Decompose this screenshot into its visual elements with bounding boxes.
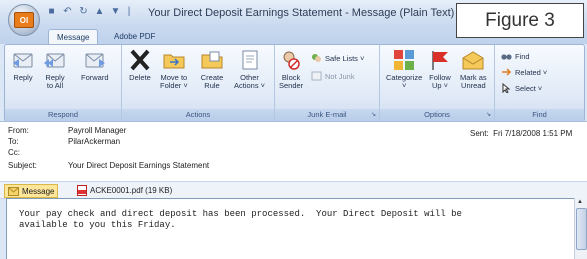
not-junk-button[interactable]: Not Junk [311, 71, 355, 81]
message-text: Your pay check and direct deposit has be… [19, 209, 462, 230]
mark-as-unread-button[interactable]: Mark as Unread [460, 49, 487, 90]
group-label-actions: Actions [122, 109, 274, 121]
group-junk-email: Block Sender Safe Lists ˅ Not Junk Junk … [275, 45, 380, 121]
group-options: Categorize ˅ Follow Up ˅ Mark as Unread … [380, 45, 495, 121]
message-tab[interactable]: Message [4, 184, 59, 198]
block-sender-button[interactable]: Block Sender [279, 49, 303, 90]
related-button[interactable]: Related ˅ [501, 67, 547, 77]
sent-value: Fri 7/18/2008 1:51 PM [493, 129, 573, 138]
block-sender-icon [283, 51, 300, 70]
safe-lists-button[interactable]: Safe Lists ˅ [311, 53, 364, 63]
pdf-file-icon [77, 184, 87, 196]
tab-adobe-pdf[interactable]: Adobe PDF [106, 29, 163, 44]
follow-up-button[interactable]: Follow Up ˅ [428, 49, 452, 90]
from-row: From: Payroll Manager [8, 126, 126, 135]
subject-row: Subject: Your Direct Deposit Earnings Sta… [8, 161, 209, 170]
not-junk-icon [311, 71, 322, 81]
options-dialog-launcher-icon[interactable]: ↘ [486, 109, 491, 121]
message-header: From: Payroll Manager To: PilarAckerman Cc… [0, 121, 587, 182]
group-label-junk-email: Junk E-mail ↘ [275, 109, 379, 121]
cc-row: Cc: [8, 148, 68, 157]
vertical-scrollbar[interactable]: ▲ [574, 198, 587, 259]
down-arrow-icon[interactable]: ▼ [110, 6, 121, 17]
figure-label: Figure 3 [456, 3, 584, 38]
junk-dialog-launcher-icon[interactable]: ↘ [371, 109, 376, 121]
categorize-icon [394, 50, 415, 70]
scroll-thumb[interactable] [576, 208, 587, 250]
delete-x-icon [130, 49, 150, 71]
subject-label: Subject: [8, 161, 37, 170]
reply-icon [13, 53, 33, 68]
message-window: ■ ↶ ↻ ▲ ▼ | Your Direct Deposit Earnings… [0, 0, 587, 259]
attachment-bar: Message ACKE0001.pdf (19 KB) [0, 181, 587, 199]
sent-label: Sent: [470, 129, 489, 138]
to-value[interactable]: PilarAckerman [68, 137, 120, 146]
flag-icon [432, 51, 448, 70]
ribbon: Reply Reply to All Forward Respond Delet… [4, 44, 585, 122]
group-actions: Delete Move to Folder ˅ Create Rule Othe… [122, 45, 275, 121]
select-button[interactable]: Select ˅ [501, 83, 542, 93]
forward-button[interactable]: Forward [81, 49, 109, 82]
group-respond: Reply Reply to All Forward Respond [5, 45, 122, 121]
office-button[interactable]: Ol [8, 4, 40, 36]
subject-value: Your Direct Deposit Earnings Statement [68, 161, 210, 170]
move-folder-icon [163, 54, 185, 69]
redo-icon[interactable]: ↻ [78, 6, 89, 17]
group-find: Find Related ˅ Select ˅ Find [495, 45, 584, 121]
find-button[interactable]: Find [501, 51, 530, 61]
delete-button[interactable]: Delete [128, 49, 152, 82]
select-cursor-icon [502, 83, 511, 93]
create-rule-button[interactable]: Create Rule [200, 49, 224, 90]
other-actions-button[interactable]: Other Actions ˅ [234, 49, 265, 90]
attachment-file[interactable]: ACKE0001.pdf (19 KB) [74, 184, 175, 196]
to-label: To: [8, 137, 19, 146]
office-logo-icon: Ol [14, 12, 34, 28]
mark-unread-icon [462, 51, 484, 70]
reply-all-button[interactable]: Reply to All [43, 49, 67, 90]
safe-lists-icon [312, 54, 321, 62]
up-arrow-icon[interactable]: ▲ [94, 6, 105, 17]
envelope-icon [8, 186, 19, 196]
from-label: From: [8, 126, 29, 135]
categorize-button[interactable]: Categorize ˅ [386, 49, 422, 90]
related-icon [502, 68, 512, 76]
scroll-up-icon[interactable]: ▲ [577, 199, 583, 205]
quick-access-toolbar: ■ ↶ ↻ ▲ ▼ | [46, 6, 132, 17]
save-icon[interactable]: ■ [46, 6, 57, 17]
forward-icon [85, 53, 105, 68]
to-row: To: PilarAckerman [8, 137, 120, 146]
reply-all-icon [44, 53, 65, 68]
group-label-find: Find [495, 109, 584, 121]
move-to-folder-button[interactable]: Move to Folder ˅ [160, 49, 188, 90]
cc-label: Cc: [8, 148, 20, 157]
sent-row: Sent: Fri 7/18/2008 1:51 PM [470, 129, 572, 138]
create-rule-icon [201, 51, 223, 69]
binoculars-icon [501, 54, 512, 60]
other-actions-icon [242, 50, 258, 70]
undo-icon[interactable]: ↶ [62, 6, 73, 17]
group-label-options: Options ↘ [380, 109, 494, 121]
reply-button[interactable]: Reply [11, 49, 35, 82]
group-label-respond: Respond [5, 109, 121, 121]
window-title: Your Direct Deposit Earnings Statement -… [148, 7, 455, 19]
tab-message[interactable]: Message [48, 29, 99, 45]
from-value[interactable]: Payroll Manager [68, 126, 126, 135]
qat-menu-icon[interactable]: | [126, 6, 132, 17]
message-body[interactable]: Your pay check and direct deposit has be… [6, 198, 576, 259]
